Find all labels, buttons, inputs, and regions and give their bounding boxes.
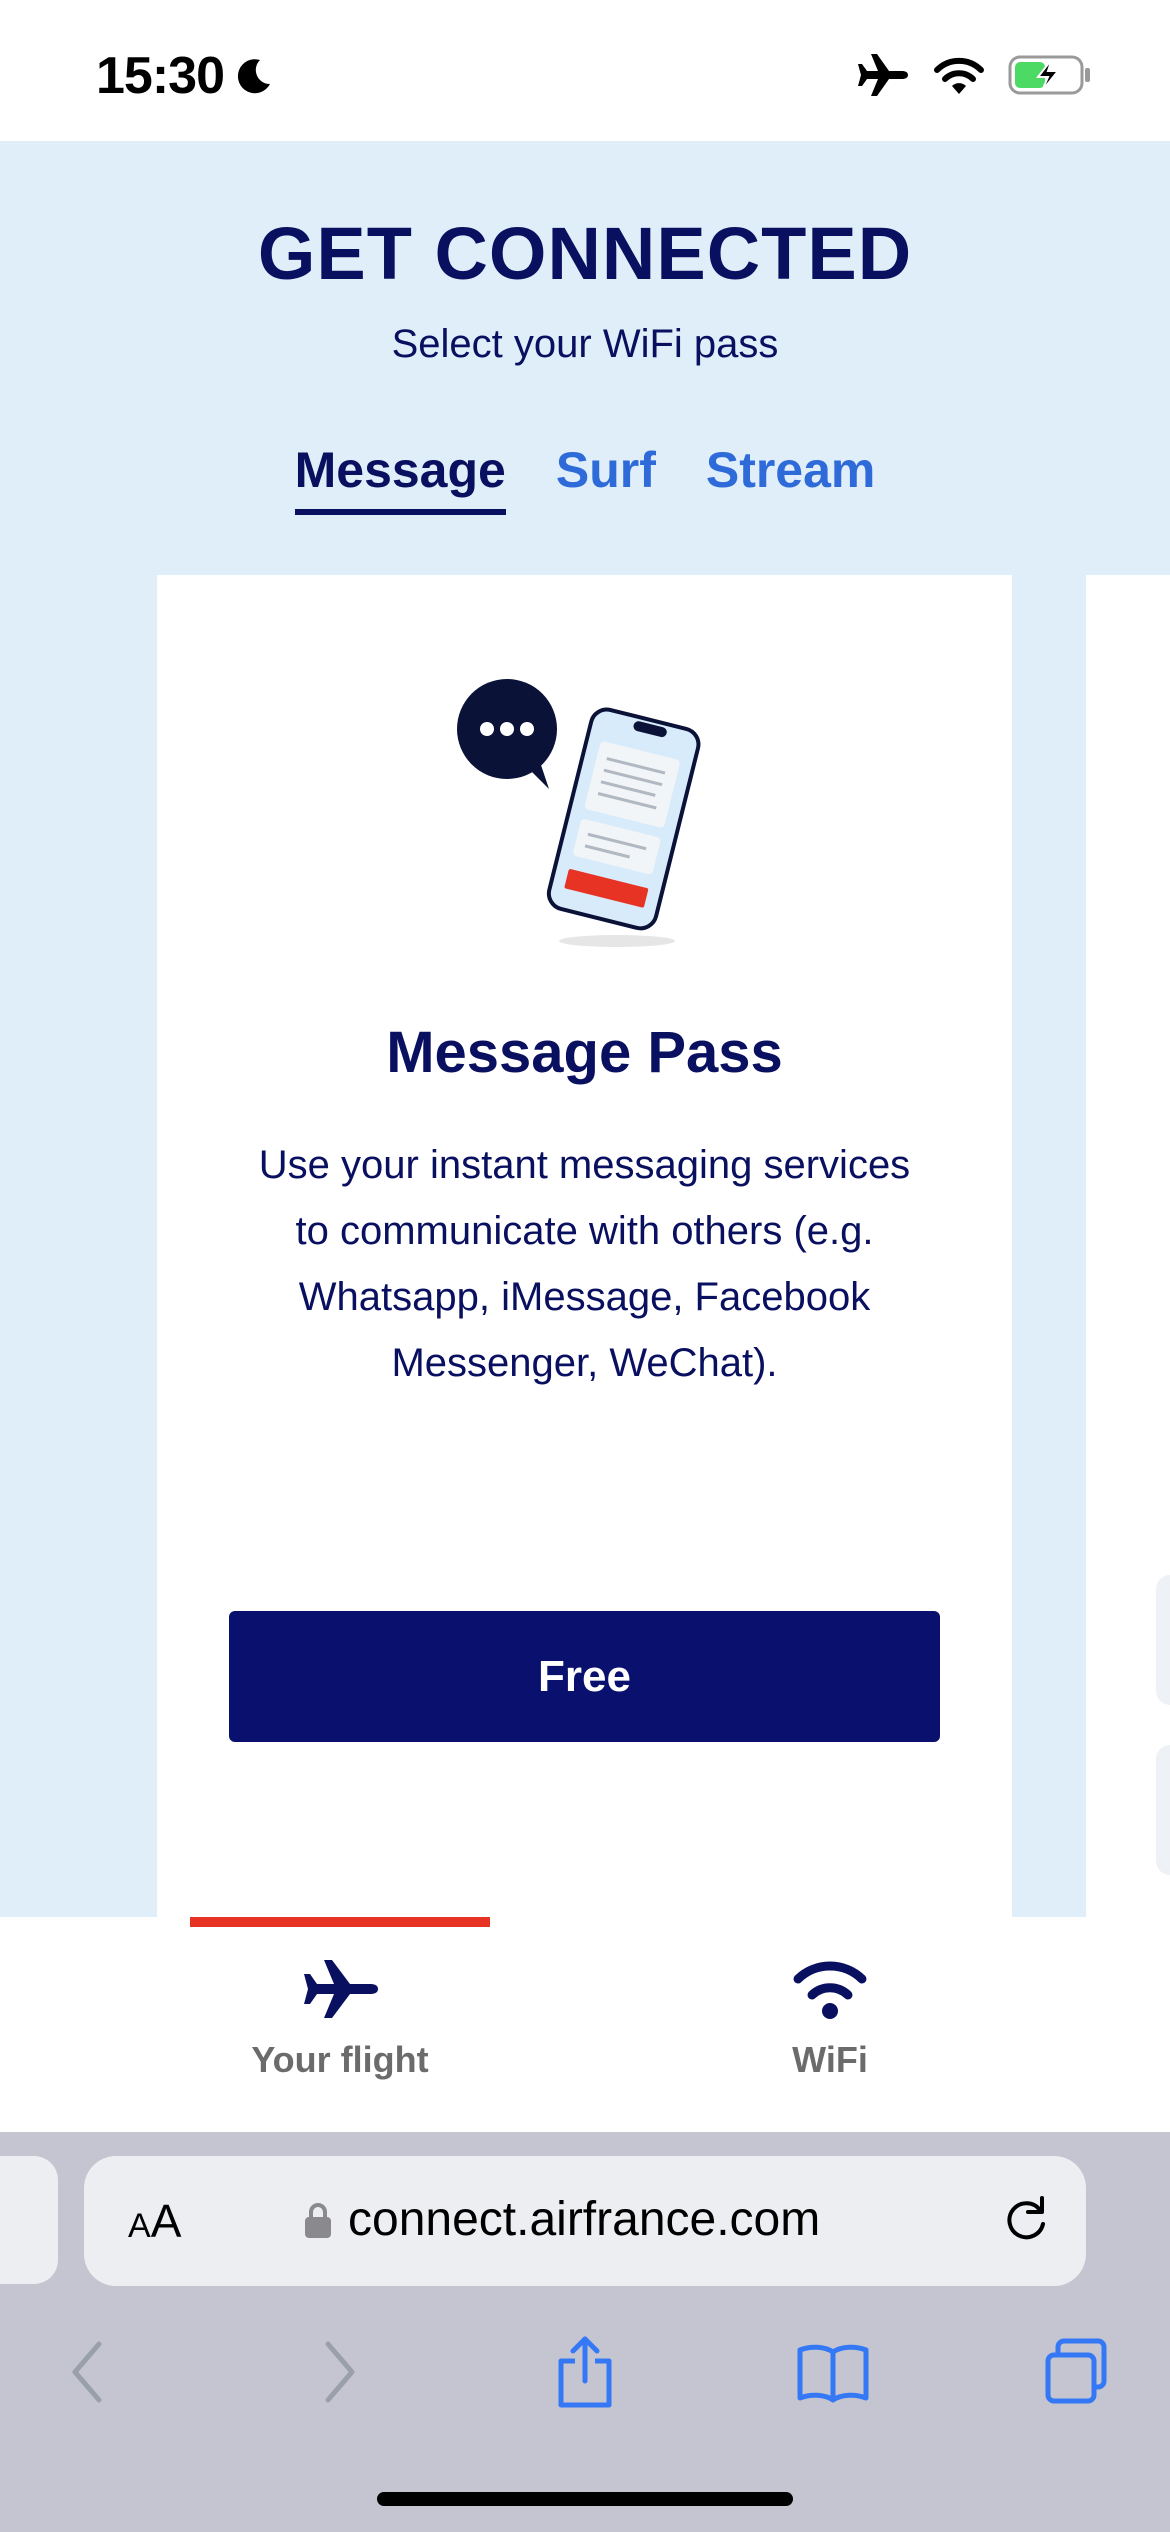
- back-icon: [72, 2341, 102, 2403]
- next-card-decoration: [1156, 1745, 1170, 1875]
- card-description: Use your instant messaging services to c…: [258, 1143, 911, 1385]
- page-subtitle: Select your WiFi pass: [391, 322, 779, 366]
- hero-section: GET CONNECTED Select your WiFi pass Mess…: [0, 141, 1170, 1917]
- reload-icon: [1007, 2196, 1045, 2240]
- message-pass-card: Message Pass Use your instant messaging …: [157, 575, 1012, 1917]
- share-button[interactable]: [530, 2322, 640, 2422]
- airplane-mode-icon: [858, 54, 908, 96]
- tab-surf[interactable]: Surf: [556, 441, 656, 515]
- tab-stream[interactable]: Stream: [706, 441, 876, 515]
- pass-tabs: Message Surf Stream: [0, 441, 1170, 515]
- browser-chrome: AA connect.airfrance.com: [0, 2132, 1170, 2532]
- tabs-button[interactable]: [1024, 2322, 1134, 2422]
- aa-large-letter: A: [150, 2195, 182, 2247]
- bookmarks-icon: [797, 2344, 869, 2403]
- battery-charging-icon: [1008, 55, 1090, 95]
- nav-label-wifi: WiFi: [792, 2039, 868, 2080]
- app-bottom-nav: Your flight WiFi: [0, 1917, 1170, 2132]
- wifi-icon: [793, 1961, 867, 2019]
- previous-tab-stub[interactable]: [0, 2156, 58, 2284]
- free-button[interactable]: Free: [229, 1611, 940, 1742]
- card-title: Message Pass: [386, 1020, 783, 1085]
- next-pass-card-peek[interactable]: [1086, 575, 1170, 1917]
- reload-button[interactable]: [1000, 2194, 1052, 2251]
- lock-icon: [305, 2202, 331, 2238]
- browser-toolbar: [0, 2322, 1170, 2432]
- status-time-text: 15:30: [96, 47, 225, 105]
- share-icon: [558, 2336, 612, 2408]
- tabs-icon: [1045, 2338, 1107, 2404]
- tab-message[interactable]: Message: [294, 441, 506, 515]
- next-card-decoration: [1156, 1575, 1170, 1705]
- address-bar[interactable]: AA connect.airfrance.com: [84, 2156, 1086, 2286]
- url-display[interactable]: connect.airfrance.com: [304, 2192, 820, 2247]
- wifi-icon: [934, 57, 984, 94]
- url-text: connect.airfrance.com: [348, 2193, 821, 2246]
- home-indicator: [377, 2492, 793, 2506]
- forward-icon: [325, 2341, 355, 2403]
- page-title: GET CONNECTED: [257, 212, 913, 295]
- reader-settings-button[interactable]: AA: [128, 2194, 181, 2248]
- chat-phone-illustration: [457, 679, 701, 947]
- airplane-icon: [304, 1960, 378, 2018]
- nav-label-your-flight: Your flight: [251, 2039, 429, 2080]
- aa-small-letter: A: [128, 2207, 151, 2245]
- status-time: 15:30: [96, 46, 274, 106]
- bookmarks-button[interactable]: [778, 2322, 888, 2422]
- nav-item-your-flight[interactable]: Your flight: [190, 1957, 490, 2081]
- status-icons: [856, 52, 1092, 98]
- status-bar: 15:30: [0, 0, 1170, 141]
- moon-icon: [237, 59, 270, 94]
- forward-button[interactable]: [285, 2322, 395, 2422]
- nav-item-wifi[interactable]: WiFi: [680, 1957, 980, 2081]
- active-tab-indicator: [190, 1917, 490, 1927]
- back-button[interactable]: [32, 2322, 142, 2422]
